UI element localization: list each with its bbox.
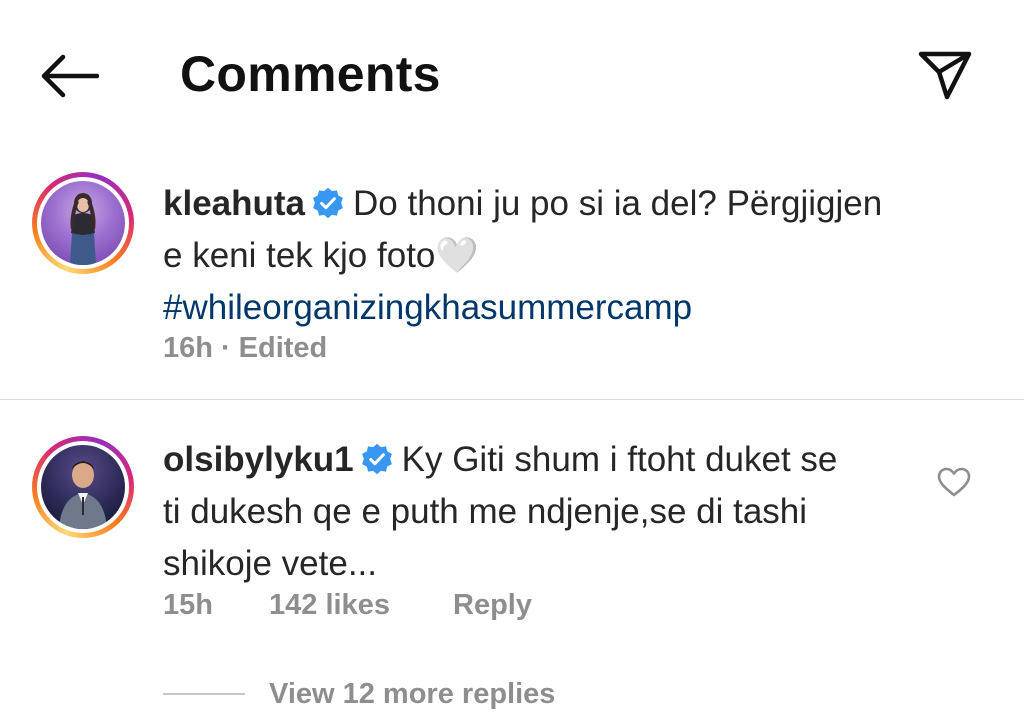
avatar[interactable] [41, 181, 125, 265]
view-replies-label: View 12 more replies [269, 677, 556, 710]
avatar[interactable] [41, 445, 125, 529]
paper-plane-icon [918, 51, 972, 100]
page-title: Comments [180, 46, 441, 102]
username[interactable]: kleahuta [163, 184, 305, 223]
timestamp: 15h [163, 589, 213, 621]
comment-line-1: Ky Giti shum i ftoht duket se [401, 440, 838, 479]
back-button[interactable] [36, 48, 102, 104]
caption-line-1: Do thoni ju po si ia del? Përgjigjen [353, 184, 883, 223]
edited-label: Edited [238, 332, 328, 364]
avatar-photo [70, 193, 96, 265]
timestamp: 16h [163, 332, 213, 364]
comment-line-3: shikoje vete... [163, 544, 377, 583]
caption-text: kleahuta Do thoni ju po si ia del? Përgj… [163, 178, 882, 334]
verified-badge-icon [361, 443, 392, 475]
like-button[interactable] [934, 462, 974, 502]
verified-badge-icon [313, 187, 343, 219]
caption-line-2: e keni tek kjo foto🤍 [163, 236, 479, 275]
avatar-photo [59, 461, 107, 529]
caption-meta: 16h · Edited [163, 328, 327, 368]
comment-text: olsibylyku1 Ky Giti shum i ftoht duket s… [163, 434, 837, 590]
story-ring[interactable] [32, 172, 134, 274]
reply-button[interactable]: Reply [453, 585, 532, 625]
divider [0, 399, 1024, 400]
arrow-left-icon [41, 54, 99, 98]
comment-meta: 15h 142 likes Reply [163, 585, 532, 625]
view-replies-button[interactable]: View 12 more replies [163, 672, 555, 716]
comments-header: Comments [0, 0, 1024, 150]
story-ring[interactable] [32, 436, 134, 538]
hashtag-link[interactable]: #whileorganizingkhasummercamp [163, 282, 882, 334]
replies-line [163, 693, 245, 695]
heart-outline-icon [937, 467, 971, 497]
comment-line-2: ti dukesh qe e puth me ndjenje,se di tas… [163, 492, 808, 531]
username[interactable]: olsibylyku1 [163, 440, 354, 479]
likes-count[interactable]: 142 likes [269, 585, 453, 625]
share-button[interactable] [910, 40, 980, 110]
meta-separator: · [220, 332, 231, 364]
